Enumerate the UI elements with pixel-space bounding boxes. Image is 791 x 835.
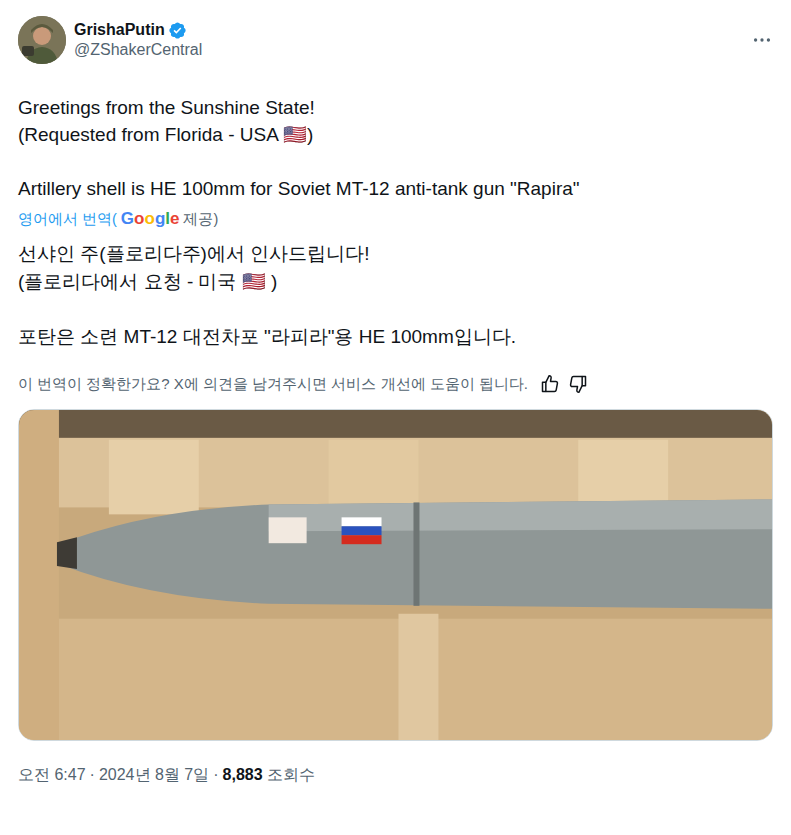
paragraph: 포탄은 소련 MT-12 대전차포 "라피라"용 HE 100mm입니다. [18,323,773,351]
post-photo[interactable] [18,409,773,741]
post-meta: 오전 6:47·2024년 8월 7일·8,883조회수 [18,765,773,797]
post-date: 2024년 8월 7일 [99,765,209,785]
post-time: 오전 6:47 [18,765,86,785]
text-line: 포탄은 소련 MT-12 대전차포 "라피라"용 HE 100mm입니다. [18,323,773,351]
translation-feedback: 이 번역이 정확한가요? X에 의견을 남겨주시면 서비스 개선에 도움이 됩니… [18,373,773,395]
verified-badge-icon [165,21,187,40]
post: GrishaPutin@ZShakerCentral Greetings from… [0,0,791,797]
author: GrishaPutin@ZShakerCentral [74,20,202,60]
paragraph: Greetings from the Sunshine State!(Reque… [18,94,773,148]
paragraph: 선샤인 주(플로리다주)에서 인사드립니다!(플로리다에서 요청 - 미국 🇺🇸… [18,240,773,296]
author-name-row: GrishaPutin [74,20,202,40]
feedback-prompt: 이 번역이 정확한가요? X에 의견을 남겨주시면 서비스 개선에 도움이 됩니… [18,373,528,395]
paragraph: Artillery shell is HE 100mm for Soviet M… [18,175,773,202]
translated-text: 선샤인 주(플로리다주)에서 인사드립니다!(플로리다에서 요청 - 미국 🇺🇸… [18,240,773,351]
text-line: Artillery shell is HE 100mm for Soviet M… [18,175,773,202]
view-label: 조회수 [267,765,315,785]
post-text: Greetings from the Sunshine State!(Reque… [18,94,773,202]
avatar-icon[interactable] [18,16,66,64]
view-count: 8,883 [223,765,263,785]
separator: · [90,765,95,785]
google-logo: Google [121,208,180,230]
translation-provider: 제공) [183,208,218,230]
separator: · [213,765,218,785]
author-handle: @ZShakerCentral [74,40,202,60]
thumbs-down-icon[interactable] [568,374,588,394]
translated-from-link[interactable]: 영어에서 번역( [18,208,117,230]
translation-label: 영어에서 번역(Google 제공) [18,208,773,230]
more-options-icon[interactable] [751,29,773,51]
thumbs-up-icon[interactable] [540,374,560,394]
post-header: GrishaPutin@ZShakerCentral [18,16,773,64]
text-line: (Requested from Florida - USA 🇺🇸) [18,121,773,148]
author-name: GrishaPutin [74,20,165,40]
text-line: (플로리다에서 요청 - 미국 🇺🇸 ) [18,268,773,296]
text-line: 선샤인 주(플로리다주)에서 인사드립니다! [18,240,773,268]
text-line: Greetings from the Sunshine State! [18,94,773,121]
